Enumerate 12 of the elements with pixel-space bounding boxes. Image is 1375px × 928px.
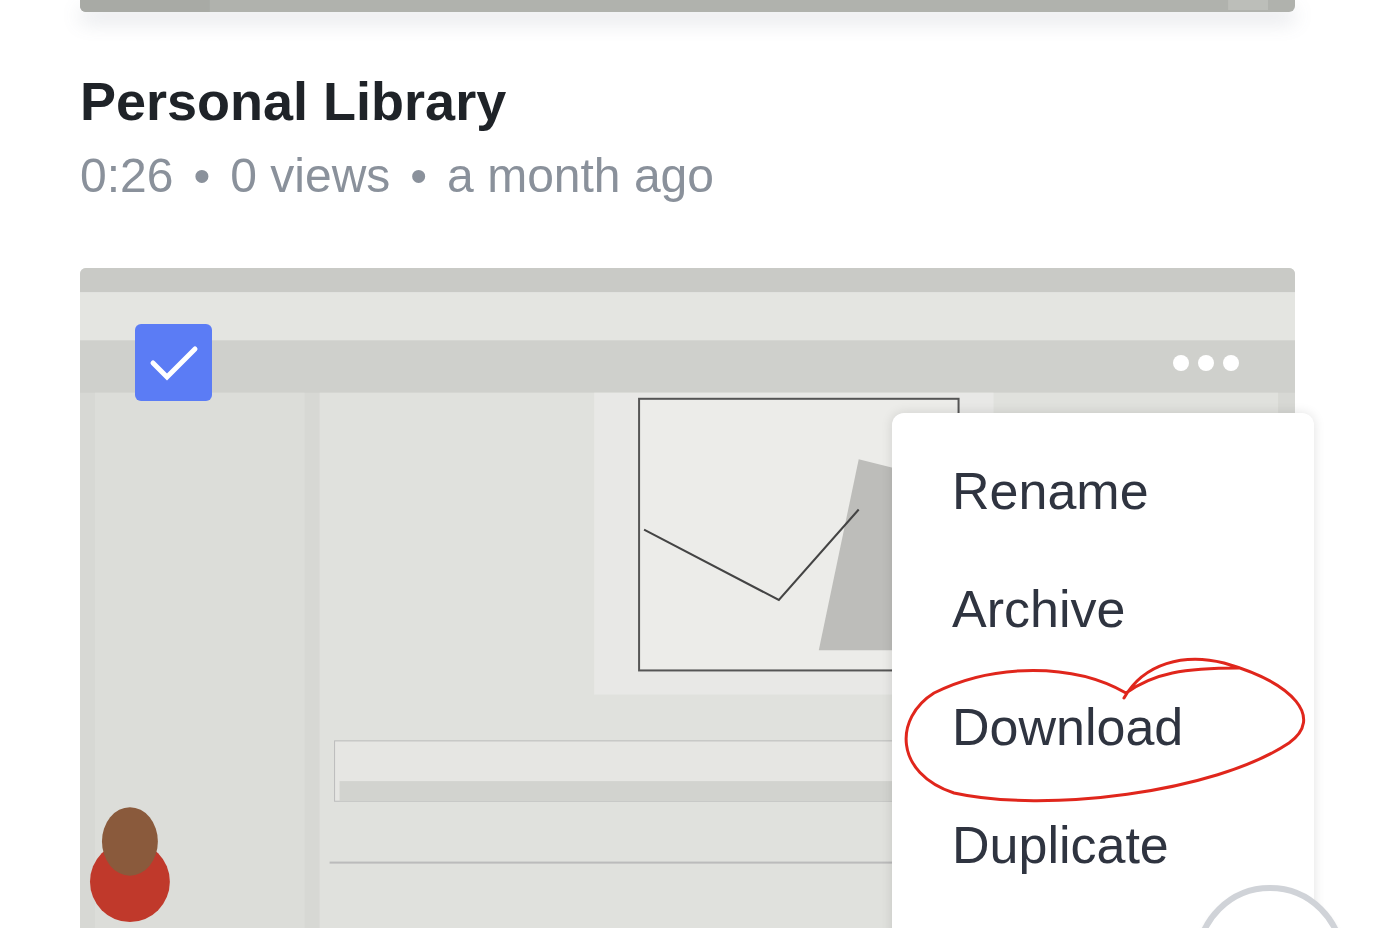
video-duration: 0:26 xyxy=(80,148,174,204)
menu-item[interactable]: Duplicate xyxy=(952,811,1169,879)
menu-item[interactable]: Rename xyxy=(952,457,1149,525)
menu-item[interactable]: Archive xyxy=(952,575,1126,643)
menu-item[interactable]: Download xyxy=(952,693,1184,761)
view-count: 0 views xyxy=(230,148,391,204)
separator-dot: • xyxy=(410,148,428,204)
video-title: Personal Library xyxy=(80,70,508,132)
select-checkbox[interactable] xyxy=(135,324,212,401)
more-icon xyxy=(1172,354,1240,372)
separator-dot: • xyxy=(193,148,211,204)
upload-age: a month ago xyxy=(447,148,714,204)
